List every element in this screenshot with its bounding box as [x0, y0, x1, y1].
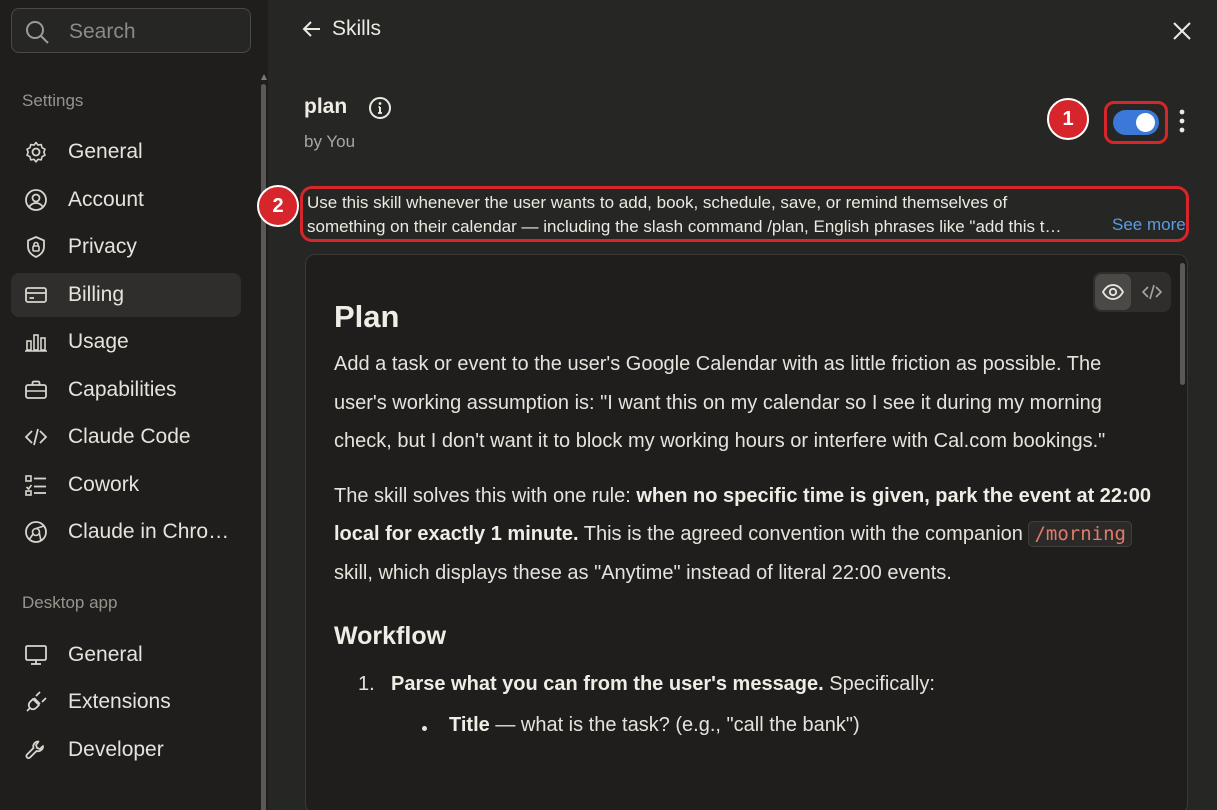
sidebar-item-extensions[interactable]: Extensions [11, 680, 241, 724]
annotation-highlight-description: Use this skill whenever the user wants t… [300, 186, 1189, 242]
back-label: Skills [332, 17, 382, 40]
bullet-dot [422, 726, 427, 731]
sidebar-item-developer[interactable]: Developer [11, 728, 241, 772]
bar-chart-icon [23, 329, 49, 355]
checklist-icon [23, 472, 49, 498]
sidebar-item-label: Account [68, 188, 144, 211]
sidebar-scrollbar[interactable] [261, 74, 267, 810]
monitor-icon [23, 642, 49, 668]
bullet-item: Title — what is the task? (e.g., "call t… [334, 714, 1154, 737]
see-more-link[interactable]: See more [1112, 215, 1186, 235]
sidebar-item-privacy[interactable]: Privacy [11, 225, 241, 269]
skill-name: plan [304, 95, 348, 118]
sidebar-item-cowork[interactable]: Cowork [11, 463, 241, 507]
briefcase-icon [23, 377, 49, 403]
rule-code: /morning [1028, 521, 1132, 547]
sidebar-item-label: Billing [68, 283, 125, 306]
skill-description: Use this skill whenever the user wants t… [307, 191, 1107, 239]
workflow-heading: Workflow [334, 622, 447, 650]
workflow-step: 1. Parse what you can from the user's mes… [334, 673, 1154, 696]
info-icon[interactable] [368, 96, 392, 120]
sidebar-item-capabilities[interactable]: Capabilities [11, 368, 241, 412]
search-input[interactable]: Search [69, 20, 136, 44]
sidebar-item-account[interactable]: Account [11, 178, 241, 222]
step-rest: Specifically: [823, 673, 935, 695]
sidebar-item-label: Developer [68, 738, 164, 761]
close-icon[interactable] [1170, 19, 1194, 43]
sidebar-item-label: General [68, 140, 143, 163]
sidebar-item-label: Capabilities [68, 378, 177, 401]
sidebar-item-billing[interactable]: Billing [11, 273, 241, 317]
plug-icon [23, 689, 49, 715]
settings-section-label: Settings [22, 91, 84, 110]
gear-icon [23, 139, 49, 165]
search-icon [26, 21, 49, 44]
sidebar-item-label: General [68, 643, 143, 666]
doc-intro: Add a task or event to the user's Google… [334, 353, 1106, 452]
sidebar-item-desktop-general[interactable]: General [11, 633, 241, 677]
annotation-badge-2: 2 [257, 185, 299, 227]
bullet-rest: — what is the task? (e.g., "call the ban… [489, 714, 860, 736]
sidebar-item-label: Cowork [68, 473, 140, 496]
description-line-1: Use this skill whenever the user wants t… [307, 193, 1008, 212]
doc-rule: The skill solves this with one rule: whe… [334, 477, 1154, 593]
scroll-up-icon[interactable] [261, 74, 267, 80]
shield-lock-icon [23, 234, 49, 260]
sidebar-item-label: Usage [68, 330, 129, 353]
annotation-highlight-toggle [1104, 101, 1168, 144]
skill-document: Plan Add a task or event to the user's G… [334, 299, 1154, 737]
toggle-knob [1136, 113, 1155, 132]
sidebar-item-claude-code[interactable]: Claude Code [11, 415, 241, 459]
skill-content-preview: Plan Add a task or event to the user's G… [305, 254, 1188, 810]
back-to-skills-button[interactable]: Skills [302, 17, 381, 41]
sidebar-item-label: Claude in Chro… [68, 520, 230, 543]
sidebar-item-label: Privacy [68, 235, 137, 258]
sidebar-item-general[interactable]: General [11, 130, 241, 174]
arrow-left-icon [302, 21, 320, 37]
skill-detail-panel: Skills plan by You 1 2 Use this skill wh… [257, 0, 1217, 810]
rule-prefix: The skill solves this with one rule: [334, 484, 637, 507]
user-circle-icon [23, 187, 49, 213]
step-bullets: Title — what is the task? (e.g., "call t… [334, 714, 1154, 737]
description-line-2: something on their calendar — including … [307, 217, 1062, 236]
skill-author: by You [304, 132, 356, 151]
sidebar-item-label: Extensions [68, 690, 171, 713]
workflow-steps: 1. Parse what you can from the user's mes… [334, 673, 1154, 696]
step-number: 1. [358, 673, 375, 695]
bullet-bold: Title [449, 714, 490, 736]
credit-card-icon [23, 282, 49, 308]
globe-icon [23, 519, 49, 545]
more-options-icon[interactable] [1174, 107, 1190, 135]
sidebar-item-usage[interactable]: Usage [11, 320, 241, 364]
content-scrollbar[interactable] [1180, 263, 1185, 385]
annotation-badge-1: 1 [1047, 98, 1089, 140]
rule-end: skill, which displays these as "Anytime"… [334, 561, 952, 584]
desktop-section-label: Desktop app [22, 593, 118, 612]
wrench-icon [23, 737, 49, 763]
search-box[interactable]: Search [11, 8, 251, 53]
skill-enabled-toggle[interactable] [1113, 110, 1159, 135]
doc-title: Plan [334, 299, 400, 334]
settings-sidebar: Search Settings General Account Privacy … [0, 0, 268, 810]
step-bold: Parse what you can from the user's messa… [391, 673, 824, 695]
sidebar-item-label: Claude Code [68, 425, 191, 448]
rule-suffix: This is the agreed convention with the c… [578, 523, 1029, 545]
sidebar-item-claude-in-chrome[interactable]: Claude in Chro… [11, 510, 241, 554]
code-icon [23, 424, 49, 450]
